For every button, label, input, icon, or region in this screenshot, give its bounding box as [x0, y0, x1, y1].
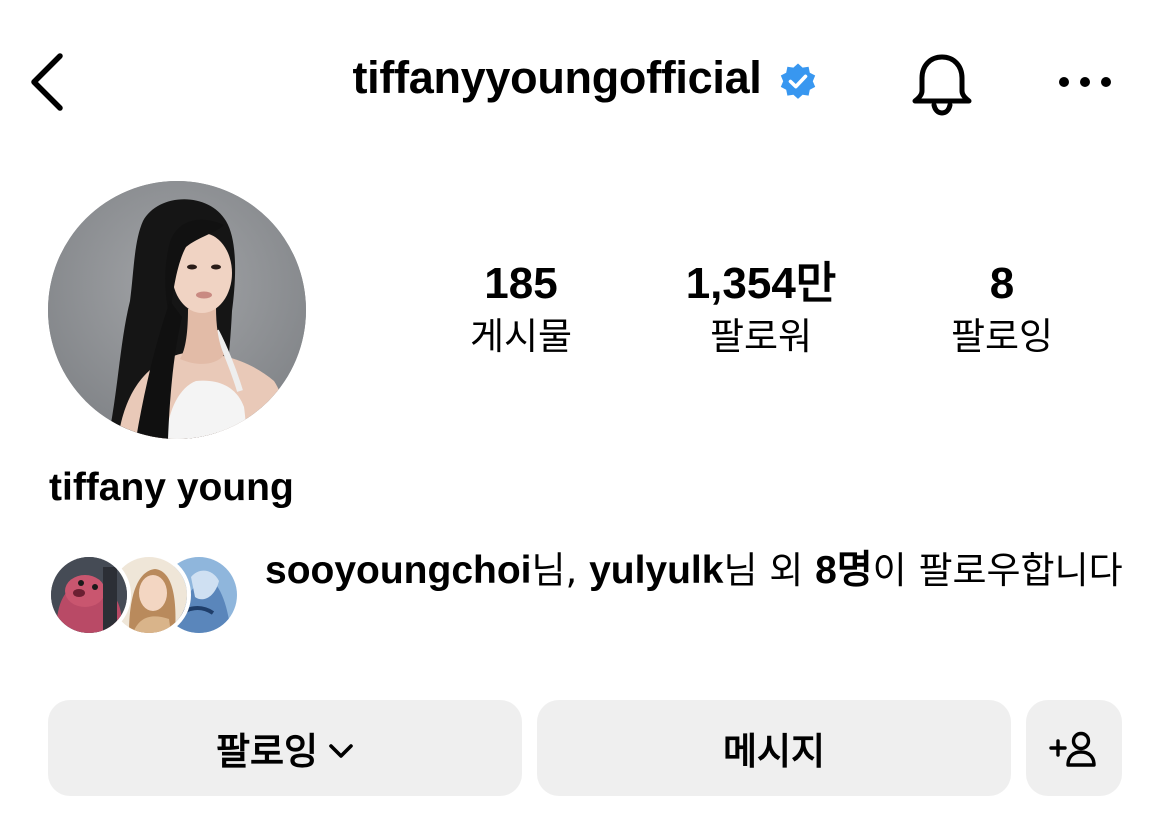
- mutual-user-1[interactable]: sooyoungchoi: [265, 549, 532, 592]
- posts-label: 게시물: [469, 315, 573, 358]
- mutual-suffix-1: 님,: [531, 549, 590, 592]
- more-options-button[interactable]: [1052, 56, 1118, 108]
- following-value: 8: [989, 259, 1015, 308]
- mutual-suffix-3: 이 팔로우합니다: [872, 549, 1123, 592]
- notifications-button[interactable]: [904, 46, 980, 122]
- verified-badge-icon: [778, 62, 818, 102]
- followers-count[interactable]: 1,354만 팔로워: [661, 258, 861, 362]
- following-label: 팔로잉: [950, 315, 1054, 358]
- mutual-suffix-2: 님 외: [723, 549, 816, 592]
- chevron-down-icon: [328, 743, 354, 759]
- mutual-followers-avatars[interactable]: [47, 553, 247, 639]
- followers-value: 1,354만: [685, 259, 837, 308]
- mutual-user-2[interactable]: yulyulk: [589, 549, 723, 592]
- profile-avatar[interactable]: [48, 181, 306, 439]
- following-button-label: 팔로잉: [215, 730, 319, 773]
- mutual-followers-text[interactable]: sooyoungchoi님, yulyulk님 외 8명이 팔로우합니다: [265, 545, 1135, 597]
- bell-icon: [912, 54, 972, 116]
- message-button[interactable]: 메시지: [537, 700, 1011, 796]
- mutual-count: 8명: [815, 549, 873, 592]
- chevron-left-icon: [31, 53, 63, 111]
- add-person-button[interactable]: [1026, 700, 1122, 796]
- mutual-avatar-1: [47, 553, 131, 637]
- followers-label: 팔로워: [709, 315, 813, 358]
- posts-count[interactable]: 185 게시물: [421, 258, 621, 362]
- posts-value: 185: [484, 259, 558, 308]
- back-button[interactable]: [22, 50, 70, 114]
- profile-display-name: tiffany young: [49, 466, 294, 509]
- profile-username: tiffanyyoungofficial: [352, 52, 762, 103]
- more-horizontal-icon: [1059, 77, 1111, 87]
- message-button-label: 메시지: [722, 730, 826, 773]
- add-person-icon: [1049, 731, 1096, 767]
- following-button[interactable]: 팔로잉: [48, 700, 522, 796]
- following-count[interactable]: 8 팔로잉: [902, 258, 1102, 362]
